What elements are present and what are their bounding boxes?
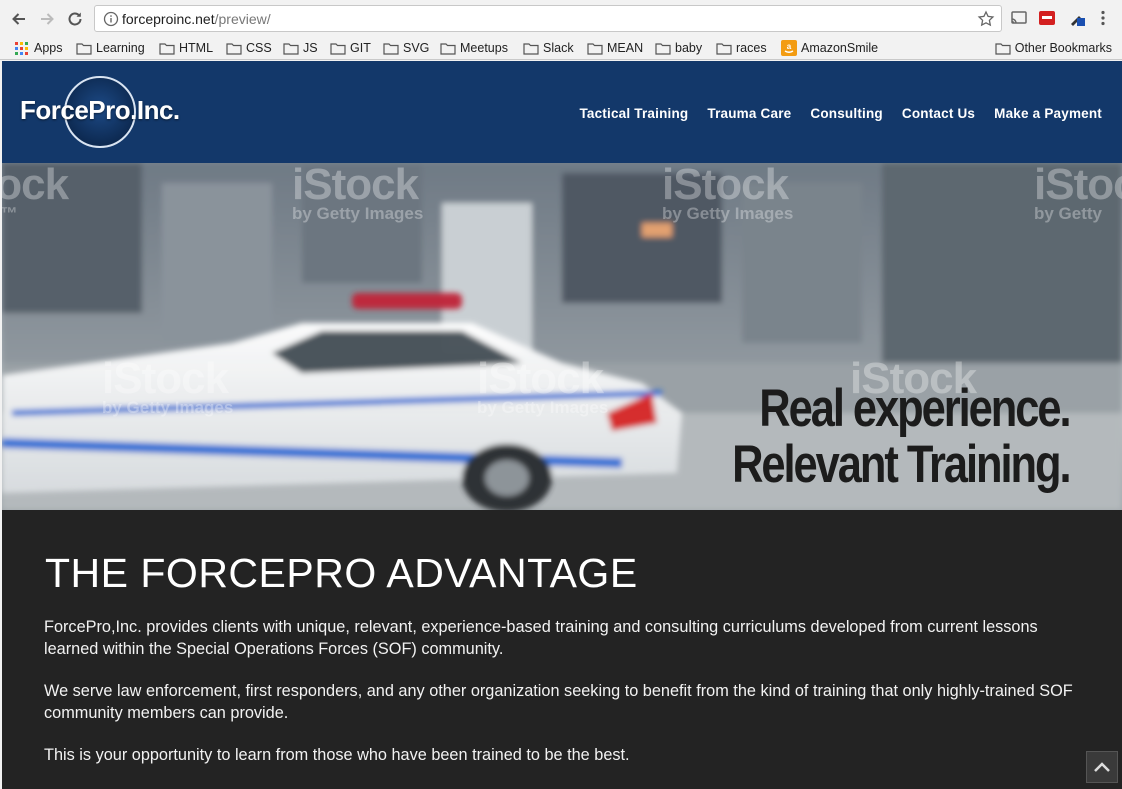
watermark: iStockby Getty: [1034, 163, 1122, 223]
logo-text: ForcePro.Inc.: [20, 95, 180, 125]
reload-button[interactable]: [64, 8, 86, 30]
browser-toolbar: forceproinc.net/preview/: [0, 0, 1122, 36]
watermark: iStockImages™: [2, 163, 69, 223]
folder-icon: [523, 42, 539, 55]
folder-icon: [383, 42, 399, 55]
hero-tagline: Real experience. Relevant Training.: [658, 379, 1072, 494]
chevron-up-icon: [1094, 762, 1110, 772]
bookmark-folder-git[interactable]: GIT: [330, 39, 371, 57]
bookmark-star-icon[interactable]: [977, 10, 995, 28]
advantage-heading: THE FORCEPRO ADVANTAGE: [45, 550, 638, 596]
scroll-to-top-button[interactable]: [1086, 751, 1118, 783]
nav-trauma-care[interactable]: Trauma Care: [707, 106, 791, 121]
nav-consulting[interactable]: Consulting: [810, 106, 883, 121]
nav-make-a-payment[interactable]: Make a Payment: [994, 106, 1102, 121]
bookmark-folder-meetups[interactable]: Meetups: [440, 39, 508, 57]
advantage-paragraph-1: ForcePro,Inc. provides clients with uniq…: [44, 618, 1038, 658]
site-header: ForcePro.Inc. Tactical Training Trauma C…: [2, 61, 1122, 163]
apps-grid-icon: [15, 41, 28, 55]
tagline-line-1: Real experience.: [759, 379, 1072, 438]
extension-eyedropper-icon[interactable]: [1068, 9, 1086, 27]
watermark: iStock by Getty Images: [477, 354, 609, 417]
nav-contact-us[interactable]: Contact Us: [902, 106, 975, 121]
extension-red-icon[interactable]: [1038, 9, 1056, 27]
watermark: iStock by Getty Images: [662, 163, 794, 223]
bookmark-folder-css[interactable]: CSS: [226, 39, 272, 57]
bookmark-folder-baby[interactable]: baby: [655, 39, 702, 57]
bookmark-folder-races[interactable]: races: [716, 39, 767, 57]
svg-text:a: a: [787, 42, 792, 51]
amazon-icon: a: [781, 40, 797, 56]
advantage-paragraph-2: We serve law enforcement, first responde…: [44, 682, 1073, 722]
folder-icon: [159, 42, 175, 55]
watermark: iStock by Getty Images: [292, 163, 424, 223]
reload-icon: [68, 12, 82, 26]
watermark: iStock by Getty Images: [102, 354, 234, 417]
menu-dots-icon[interactable]: [1094, 9, 1112, 27]
back-button[interactable]: [8, 8, 30, 30]
bookmark-folder-html[interactable]: HTML: [159, 39, 213, 57]
advantage-paragraph-3: This is your opportunity to learn from t…: [44, 746, 630, 764]
main-nav: Tactical Training Trauma Care Consulting…: [579, 106, 1102, 121]
folder-icon: [440, 42, 456, 55]
forward-button[interactable]: [36, 8, 58, 30]
tagline-line-2: Relevant Training.: [732, 434, 1072, 494]
bookmark-folder-svg[interactable]: SVG: [383, 39, 429, 57]
folder-icon: [76, 42, 92, 55]
address-bar[interactable]: forceproinc.net/preview/: [94, 5, 1002, 32]
cast-icon[interactable]: [1010, 9, 1028, 27]
info-icon[interactable]: [103, 11, 119, 27]
folder-icon: [716, 42, 732, 55]
bookmark-folder-mean[interactable]: MEAN: [587, 39, 643, 57]
folder-icon: [655, 42, 671, 55]
folder-icon: [995, 42, 1011, 55]
folder-icon: [283, 42, 299, 55]
nav-tactical-training[interactable]: Tactical Training: [579, 106, 688, 121]
bookmark-other[interactable]: Other Bookmarks: [995, 39, 1112, 57]
hero-banner: iStockImages™ iStockby Getty Images iSto…: [2, 163, 1122, 510]
forward-arrow-icon: [41, 13, 54, 25]
bookmark-amazonsmile[interactable]: a AmazonSmile: [781, 39, 878, 57]
url-text[interactable]: forceproinc.net/preview/: [122, 11, 271, 27]
folder-icon: [587, 42, 603, 55]
folder-icon: [330, 42, 346, 55]
bookmark-apps[interactable]: Apps: [14, 39, 63, 57]
back-arrow-icon: [12, 13, 25, 25]
web-page: ForcePro.Inc. Tactical Training Trauma C…: [2, 61, 1122, 789]
bookmarks-bar: Apps Learning HTML CSS JS GIT SVG Meetup…: [0, 36, 1122, 60]
site-logo[interactable]: ForcePro.Inc.: [20, 75, 180, 149]
folder-icon: [226, 42, 242, 55]
bookmark-folder-js[interactable]: JS: [283, 39, 318, 57]
bookmark-folder-slack[interactable]: Slack: [523, 39, 574, 57]
advantage-section: THE FORCEPRO ADVANTAGE ForcePro,Inc. pro…: [2, 510, 1122, 789]
bookmark-folder-learning[interactable]: Learning: [76, 39, 145, 57]
